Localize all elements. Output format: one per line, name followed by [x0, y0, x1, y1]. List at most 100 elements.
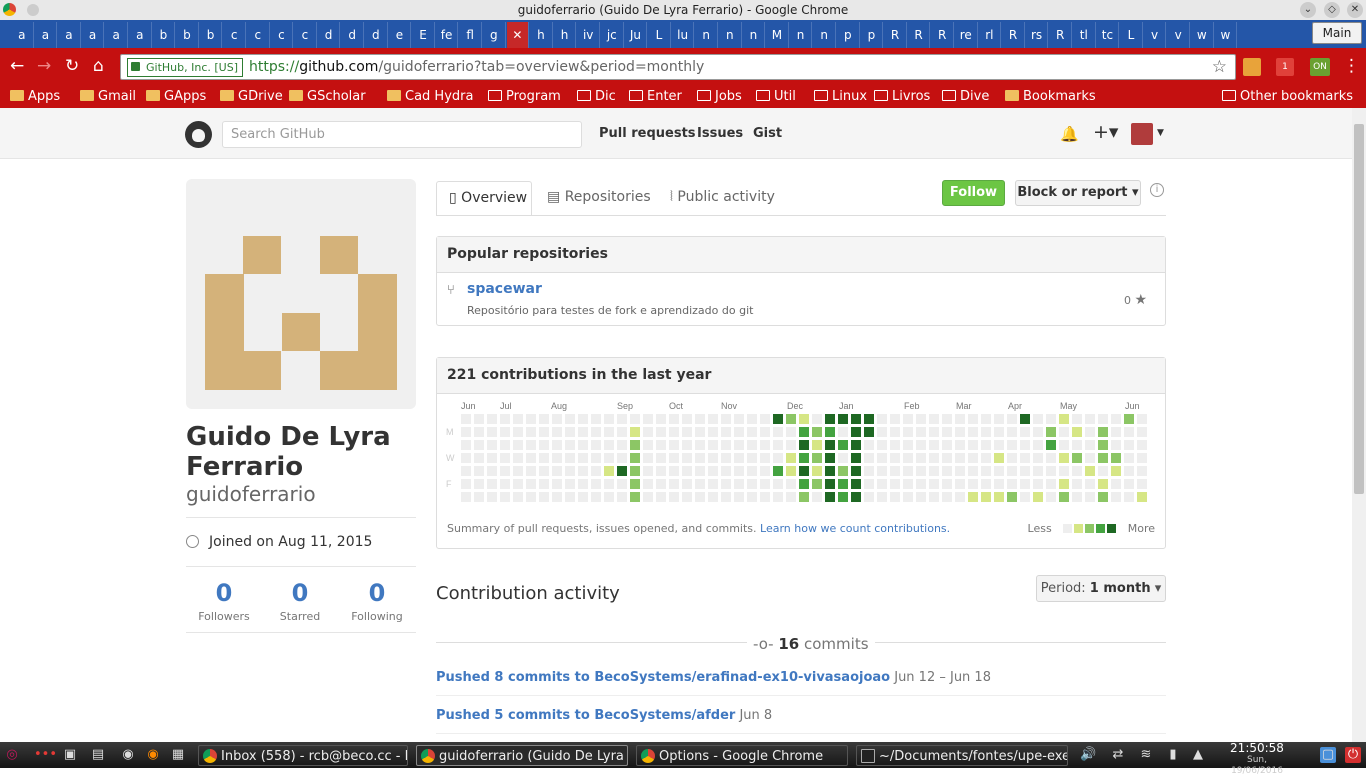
network-icon[interactable]: ⇄	[1110, 747, 1126, 763]
contribution-day[interactable]	[1111, 427, 1121, 437]
contribution-day[interactable]	[643, 414, 653, 424]
browser-tab[interactable]: L	[648, 22, 671, 48]
contribution-day[interactable]	[981, 479, 991, 489]
contribution-day[interactable]	[1046, 414, 1056, 424]
contribution-day[interactable]	[929, 466, 939, 476]
contribution-day[interactable]	[851, 479, 861, 489]
contribution-day[interactable]	[591, 414, 601, 424]
browser-tab[interactable]: v	[1144, 22, 1167, 48]
browser-tab[interactable]: c	[223, 22, 246, 48]
browser-tab[interactable]: R	[931, 22, 954, 48]
bookmark-gmail[interactable]: Gmail	[80, 87, 136, 106]
taskbar-window-inbox[interactable]: Inbox (558) - rcb@beco.cc - B	[198, 745, 408, 766]
contribution-day[interactable]	[851, 427, 861, 437]
contribution-day[interactable]	[1033, 440, 1043, 450]
contribution-day[interactable]	[864, 440, 874, 450]
contribution-day[interactable]	[812, 492, 822, 502]
notification-bell-icon[interactable]: 🔔	[1060, 125, 1079, 143]
contribution-day[interactable]	[487, 479, 497, 489]
contribution-day[interactable]	[656, 414, 666, 424]
contribution-day[interactable]	[513, 466, 523, 476]
contribution-day[interactable]	[565, 466, 575, 476]
chrome-launcher-icon[interactable]: ◉	[120, 747, 136, 763]
contribution-day[interactable]	[903, 427, 913, 437]
contribution-day[interactable]	[825, 453, 835, 463]
browser-tab[interactable]: lu	[672, 22, 695, 48]
follow-button[interactable]: Follow	[942, 180, 1005, 206]
contribution-day[interactable]	[994, 427, 1004, 437]
bookmark-cad-hydra[interactable]: Cad Hydra	[387, 87, 473, 106]
contribution-day[interactable]	[539, 414, 549, 424]
contribution-day[interactable]	[500, 414, 510, 424]
contribution-day[interactable]	[916, 453, 926, 463]
browser-tab[interactable]: rs	[1026, 22, 1049, 48]
contribution-day[interactable]	[786, 427, 796, 437]
browser-tab[interactable]: d	[318, 22, 341, 48]
firefox-icon[interactable]: ◉	[145, 747, 161, 763]
contribution-day[interactable]	[1137, 492, 1147, 502]
contribution-day[interactable]	[890, 414, 900, 424]
contribution-day[interactable]	[1098, 453, 1108, 463]
contribution-day[interactable]	[1098, 492, 1108, 502]
contribution-day[interactable]	[955, 466, 965, 476]
contribution-day[interactable]	[734, 453, 744, 463]
contribution-day[interactable]	[474, 466, 484, 476]
bookmark-livros[interactable]: Livros	[874, 87, 930, 106]
contribution-day[interactable]	[1020, 492, 1030, 502]
contribution-day[interactable]	[968, 427, 978, 437]
contribution-day[interactable]	[552, 479, 562, 489]
info-icon[interactable]: i	[1150, 183, 1164, 197]
contribution-day[interactable]	[604, 453, 614, 463]
contribution-day[interactable]	[695, 492, 705, 502]
browser-tab[interactable]: n	[790, 22, 813, 48]
contribution-day[interactable]	[487, 414, 497, 424]
contribution-day[interactable]	[669, 492, 679, 502]
contribution-day[interactable]	[708, 453, 718, 463]
browser-tab[interactable]: d	[341, 22, 364, 48]
create-new-plus-icon[interactable]: +▾	[1093, 121, 1118, 143]
contribution-day[interactable]	[825, 492, 835, 502]
contribution-day[interactable]	[682, 440, 692, 450]
contribution-day[interactable]	[851, 440, 861, 450]
contribution-day[interactable]	[1137, 453, 1147, 463]
contribution-day[interactable]	[1124, 492, 1134, 502]
contribution-day[interactable]	[630, 466, 640, 476]
contribution-day[interactable]	[929, 427, 939, 437]
contribution-day[interactable]	[721, 479, 731, 489]
bookmark-dive[interactable]: Dive	[942, 87, 989, 106]
contribution-day[interactable]	[955, 479, 965, 489]
contribution-day[interactable]	[565, 492, 575, 502]
contribution-day[interactable]	[578, 453, 588, 463]
contribution-day[interactable]	[864, 427, 874, 437]
contribution-day[interactable]	[773, 440, 783, 450]
contribution-day[interactable]	[526, 414, 536, 424]
browser-tab[interactable]: p	[837, 22, 860, 48]
contribution-day[interactable]	[500, 453, 510, 463]
contribution-day[interactable]	[487, 492, 497, 502]
contribution-day[interactable]	[1137, 440, 1147, 450]
browser-tab[interactable]: R	[884, 22, 907, 48]
browser-tab[interactable]: R	[1002, 22, 1025, 48]
browser-tab[interactable]: a	[35, 22, 58, 48]
contribution-day[interactable]	[747, 414, 757, 424]
contribution-day[interactable]	[1124, 427, 1134, 437]
contribution-day[interactable]	[513, 440, 523, 450]
contribution-day[interactable]	[942, 427, 952, 437]
contribution-day[interactable]	[981, 492, 991, 502]
contribution-day[interactable]	[1046, 479, 1056, 489]
contribution-day[interactable]	[1085, 414, 1095, 424]
contribution-day[interactable]	[591, 453, 601, 463]
contribution-day[interactable]	[552, 466, 562, 476]
contribution-day[interactable]	[734, 440, 744, 450]
contribution-day[interactable]	[721, 427, 731, 437]
contribution-day[interactable]	[994, 414, 1004, 424]
contribution-day[interactable]	[461, 466, 471, 476]
contribution-day[interactable]	[877, 479, 887, 489]
contribution-day[interactable]	[474, 440, 484, 450]
contribution-day[interactable]	[669, 414, 679, 424]
bookmark-linux[interactable]: Linux	[814, 87, 867, 106]
tab-overview[interactable]: ▯ Overview	[436, 181, 532, 216]
contribution-day[interactable]	[474, 427, 484, 437]
power-icon[interactable]: ⏻	[1345, 747, 1361, 763]
contribution-day[interactable]	[513, 414, 523, 424]
